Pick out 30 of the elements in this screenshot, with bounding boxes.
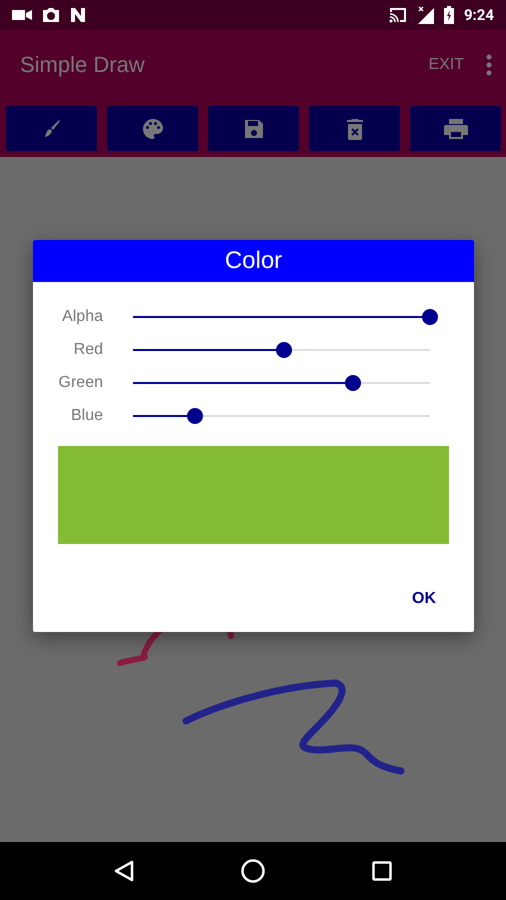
home-icon[interactable] — [240, 859, 265, 883]
signal-icon — [418, 6, 434, 24]
palette-icon — [140, 116, 164, 140]
slider-thumb[interactable] — [187, 408, 204, 424]
print-button[interactable] — [410, 106, 501, 151]
ok-button[interactable]: OK — [404, 584, 444, 614]
slider-thumb[interactable] — [422, 309, 438, 325]
camera-icon — [42, 7, 60, 23]
palette-button[interactable] — [107, 106, 198, 151]
back-icon[interactable] — [114, 860, 134, 882]
app-title: Simple Draw — [20, 52, 146, 78]
slider-label: Alpha — [61, 308, 103, 326]
brush-icon — [42, 118, 60, 138]
video-camera-icon — [12, 9, 32, 21]
slider-label: Blue — [70, 407, 103, 425]
recents-icon[interactable] — [372, 861, 392, 881]
save-button[interactable] — [208, 106, 299, 151]
dialog-title: Color — [33, 240, 474, 282]
slider-thumb[interactable] — [276, 342, 292, 358]
cast-icon — [388, 7, 408, 23]
more-options-icon[interactable] — [486, 54, 492, 76]
clock-time: 9:24 — [464, 6, 494, 24]
slider-label: Green — [58, 374, 103, 392]
delete-button[interactable] — [309, 106, 400, 151]
slider-thumb[interactable] — [344, 375, 361, 391]
trash-icon — [346, 118, 364, 140]
printer-icon — [442, 118, 468, 140]
notification-icon — [70, 7, 86, 23]
battery-charging-icon — [444, 6, 454, 24]
slider-label: Red — [72, 341, 103, 359]
